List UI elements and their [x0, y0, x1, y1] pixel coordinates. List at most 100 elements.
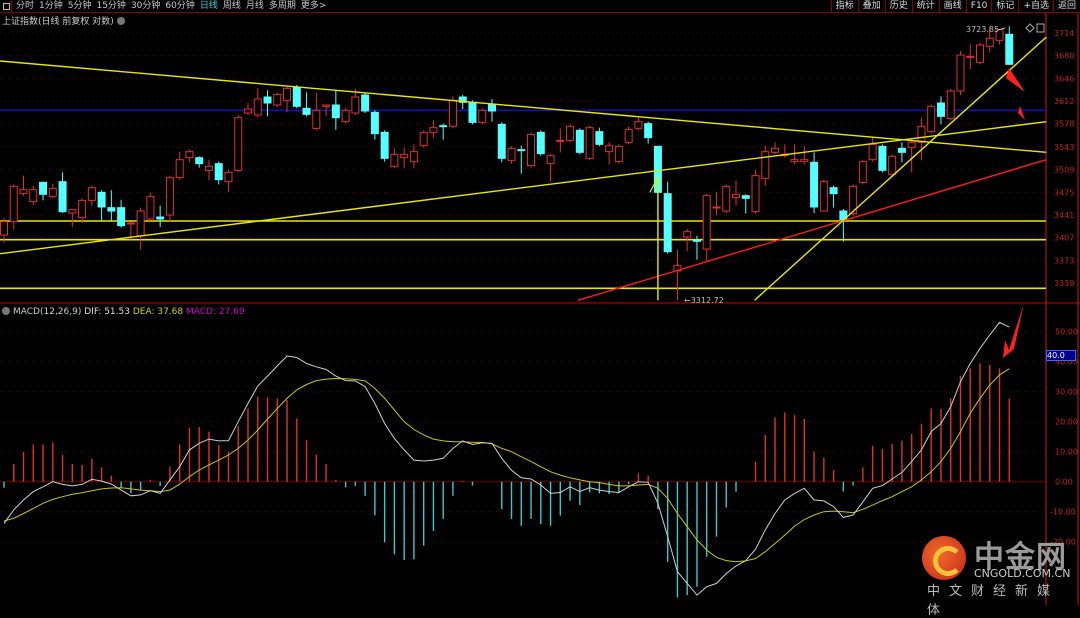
candle: [48, 183, 57, 199]
candle: [966, 44, 975, 69]
candle: [829, 185, 838, 208]
candle: [595, 127, 604, 147]
candle: [400, 147, 409, 169]
candle: [429, 120, 438, 138]
candle-body: [263, 96, 272, 104]
candle-body: [722, 185, 731, 212]
trend-line: [0, 120, 1047, 255]
candle-body: [692, 239, 701, 242]
candle: [917, 117, 926, 161]
macd-tick: 0.00: [1055, 478, 1073, 487]
price-tick: 3714: [1054, 29, 1074, 38]
candle-body: [380, 131, 389, 159]
price-tick: 3441: [1054, 211, 1074, 220]
candle: [273, 92, 282, 107]
candle-body: [39, 181, 48, 195]
candle-body: [253, 98, 262, 116]
candle: [936, 96, 945, 125]
cngold-logo: 中金网 CNGOLD.COM.CN 中文财经新媒体: [922, 528, 1072, 618]
macd-tick: -10.00: [1050, 508, 1076, 517]
candle-body: [165, 177, 174, 216]
candle-body: [29, 189, 38, 203]
candle-body: [97, 191, 106, 208]
candle: [195, 156, 204, 168]
candle: [732, 180, 740, 206]
candle: [175, 151, 184, 180]
candle-body: [888, 155, 897, 175]
candle-body: [234, 117, 243, 171]
candle-body: [761, 151, 770, 179]
candle-body: [370, 111, 379, 135]
candle: [810, 152, 819, 213]
candle-body: [868, 143, 877, 161]
red-arrow-icon: [1003, 303, 1024, 358]
price-tick: 3578: [1054, 120, 1074, 129]
candle-body: [156, 216, 165, 220]
candle-body: [273, 93, 282, 106]
candle-body: [19, 189, 28, 195]
candle-body: [683, 231, 692, 238]
candle-body: [68, 209, 77, 214]
candle-body: [985, 37, 994, 47]
candle: [204, 159, 213, 181]
candle: [546, 153, 555, 182]
candle: [839, 209, 848, 242]
candle-body: [468, 101, 477, 123]
price-tick: 3543: [1054, 143, 1074, 152]
candle: [507, 146, 516, 164]
candle-body: [283, 87, 292, 101]
candle: [58, 172, 67, 213]
candle-body: [790, 159, 799, 163]
candle-body: [312, 109, 321, 129]
candle: [87, 185, 96, 206]
candle-body: [126, 222, 135, 225]
candle-body: [527, 133, 536, 167]
panel-icon: [1036, 23, 1045, 33]
chart-canvas[interactable]: 3714 3680 3646 3612 3578 3543 3509 3475 3441 3407…: [0, 0, 1080, 605]
candle: [741, 194, 750, 214]
candle: [878, 144, 887, 173]
candle: [673, 249, 682, 301]
candle: [224, 169, 233, 192]
candle-body: [917, 125, 926, 143]
macd-tick: 10.00: [1055, 448, 1078, 457]
candle-body: [536, 131, 545, 155]
candle-body: [175, 159, 184, 179]
candle: [868, 137, 877, 162]
price-tick: 3509: [1054, 166, 1074, 175]
candle: [302, 92, 311, 117]
candle-body: [214, 163, 223, 181]
candle-body: [585, 127, 594, 159]
candle-body: [361, 94, 370, 112]
logo-tagline: 中文财经新媒体: [927, 584, 1060, 618]
candle-body: [956, 54, 965, 92]
candle-body: [331, 104, 340, 119]
candle: [29, 185, 38, 205]
candle: [419, 130, 428, 148]
candle: [585, 125, 594, 161]
candle: [478, 108, 487, 125]
trend-line: [0, 60, 1047, 154]
dea-line: [3, 368, 1010, 563]
candle: [117, 199, 126, 228]
candle-body: [195, 157, 204, 165]
candle-body: [322, 104, 331, 107]
candle: [819, 179, 828, 212]
candle: [614, 144, 623, 164]
candle: [9, 184, 18, 230]
candle-body: [566, 125, 575, 141]
candle-body: [771, 147, 780, 153]
candle: [634, 117, 643, 131]
red-arrow-icon: [1006, 68, 1025, 92]
candle: [624, 126, 633, 145]
candle-body: [751, 175, 760, 213]
candle-body: [439, 125, 448, 128]
candle: [107, 190, 116, 221]
candle: [761, 145, 770, 186]
candle: [341, 107, 350, 124]
candle-body: [546, 155, 555, 165]
candle-body: [390, 153, 399, 167]
candle: [644, 121, 653, 144]
candle-body: [595, 131, 604, 145]
candle: [858, 159, 867, 185]
